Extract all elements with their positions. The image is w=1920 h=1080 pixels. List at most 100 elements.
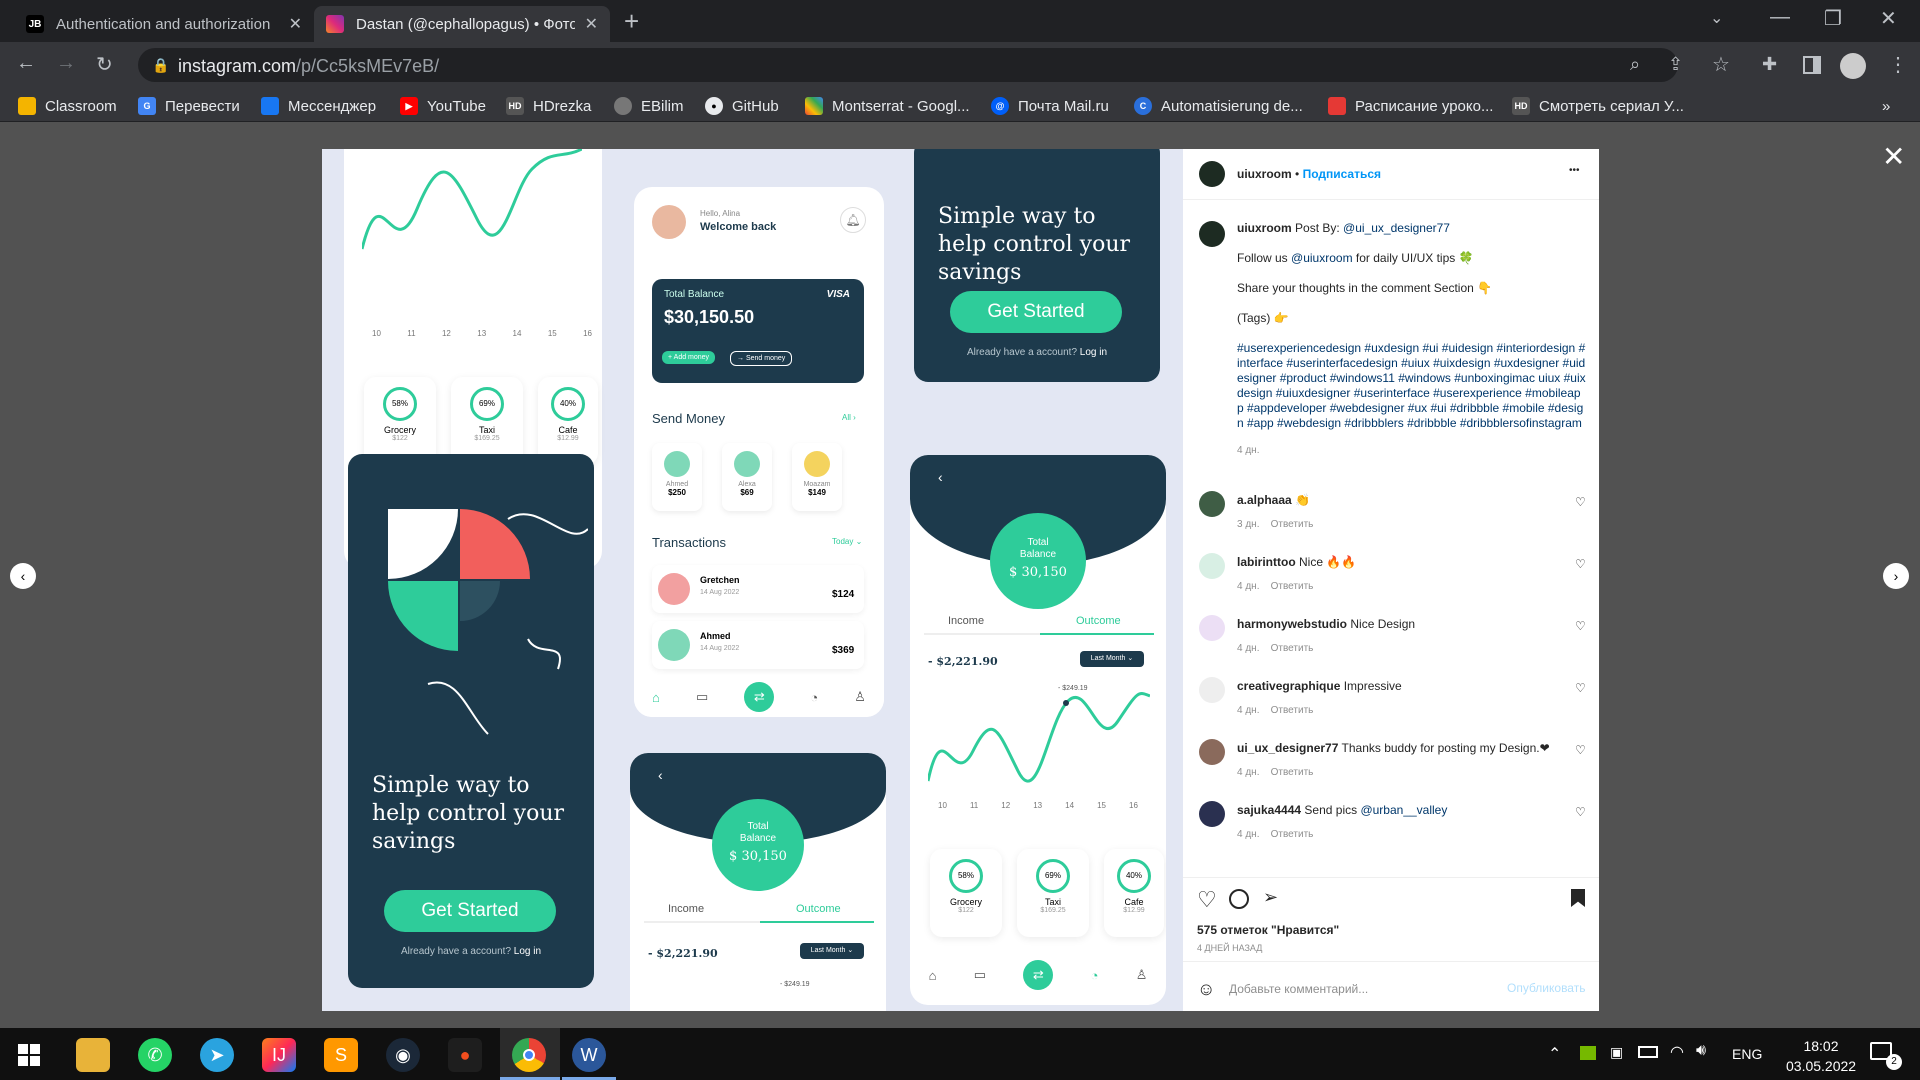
emoji-icon[interactable]: ☺	[1197, 979, 1215, 1000]
profile-avatar[interactable]	[1840, 53, 1866, 79]
publish-button[interactable]: Опубликовать	[1507, 981, 1585, 995]
category-grocery: 58% Grocery $122	[364, 377, 436, 465]
chart-ticks: 10 11 12 13 14 15 16	[372, 329, 592, 338]
mention-link[interactable]: @ui_ux_designer77	[1343, 221, 1450, 235]
heart-icon[interactable]: ♡	[1575, 619, 1586, 633]
tab-auth[interactable]: JB Authentication and authorization ✕	[14, 6, 314, 42]
reply-button[interactable]: Ответить	[1271, 767, 1314, 778]
share-icon[interactable]: ⇪	[1668, 54, 1683, 75]
heart-icon[interactable]: ♡	[1575, 495, 1586, 509]
mention-link[interactable]: @urban__valley	[1360, 803, 1447, 817]
back-icon[interactable]: ←	[16, 52, 36, 75]
messenger-icon	[261, 97, 279, 115]
bookmark-mail[interactable]: @ Почта Mail.ru	[991, 95, 1109, 117]
likes-count[interactable]: 575 отметок "Нравится"	[1197, 923, 1339, 937]
intellij-icon[interactable]: IJ	[262, 1038, 296, 1072]
side-panel-icon[interactable]	[1803, 56, 1821, 74]
heart-icon[interactable]: ♡	[1575, 743, 1586, 757]
clock[interactable]: 18:02 03.05.2022	[1786, 1036, 1856, 1076]
camera-icon[interactable]: ▣	[1610, 1044, 1623, 1061]
new-tab-button[interactable]: +	[624, 6, 639, 37]
file-explorer-icon[interactable]	[76, 1038, 110, 1072]
forward-icon[interactable]: →	[56, 52, 76, 75]
translate-icon: G	[138, 97, 156, 115]
avatar[interactable]	[1199, 801, 1225, 827]
bookmarks-more[interactable]: »	[1882, 95, 1890, 117]
menu-icon[interactable]: ⋮	[1888, 52, 1908, 77]
zoom-icon[interactable]: ⌕	[1630, 54, 1640, 75]
bookmark-icon[interactable]	[1571, 889, 1585, 907]
sublime-text-icon[interactable]: S	[324, 1038, 358, 1072]
balance-card: Total Balance $30,150.50 VISA + Add mone…	[652, 279, 864, 383]
chrome-icon[interactable]	[512, 1038, 546, 1072]
youtube-icon: ▶	[400, 97, 418, 115]
close-tab-icon[interactable]: ✕	[289, 14, 302, 34]
post-image[interactable]: 10 11 12 13 14 15 16 58% Grocery $122 69% Taxi $…	[322, 149, 1183, 1011]
bookmark-schedule[interactable]: Расписание уроко...	[1328, 95, 1493, 117]
bookmark-github[interactable]: ● GitHub	[705, 95, 779, 117]
battery-icon[interactable]	[1638, 1046, 1658, 1058]
bookmark-ebilim[interactable]: EBilim	[614, 95, 684, 117]
avatar[interactable]	[1199, 677, 1225, 703]
more-options-icon[interactable]: •••	[1569, 165, 1580, 176]
reply-button[interactable]: Ответить	[1271, 705, 1314, 716]
lock-icon[interactable]: 🔒	[152, 57, 169, 74]
tab-search-icon[interactable]: ⌄	[1710, 8, 1723, 28]
figma-icon[interactable]: ●	[448, 1038, 482, 1072]
like-icon[interactable]: ♡	[1197, 887, 1217, 913]
chart-icon: ◔	[1090, 967, 1099, 983]
reply-button[interactable]: Ответить	[1271, 581, 1314, 592]
minimize-button[interactable]: —	[1770, 6, 1790, 29]
language-indicator[interactable]: ENG	[1732, 1046, 1762, 1062]
next-post-icon[interactable]: ›	[1883, 563, 1909, 589]
author-link[interactable]: uiuxroom	[1237, 167, 1292, 181]
telegram-icon[interactable]: ➤	[200, 1038, 234, 1072]
share-icon[interactable]: ➢	[1263, 887, 1278, 908]
close-modal-icon[interactable]: ✕	[1882, 140, 1905, 173]
onboarding-card-small: Simple way to help control your savings …	[914, 149, 1160, 382]
bookmark-automatisierung[interactable]: C Automatisierung de...	[1134, 95, 1303, 117]
heart-icon[interactable]: ♡	[1575, 805, 1586, 819]
bookmark-translate[interactable]: G Перевести	[138, 95, 240, 117]
avatar[interactable]	[1199, 739, 1225, 765]
bookmark-youtube[interactable]: ▶ YouTube	[400, 95, 486, 117]
nvidia-icon[interactable]	[1580, 1046, 1596, 1060]
hashtags[interactable]: #userexperiencedesign #uxdesign #ui #uid…	[1237, 341, 1587, 431]
star-icon[interactable]: ☆	[1712, 52, 1730, 77]
heart-icon[interactable]: ♡	[1575, 681, 1586, 695]
chevron-up-icon[interactable]: ⌃	[1548, 1044, 1561, 1064]
close-window-button[interactable]: ✕	[1880, 6, 1897, 31]
bookmark-montserrat[interactable]: Montserrat - Googl...	[805, 95, 970, 117]
avatar[interactable]	[1199, 161, 1225, 187]
extensions-icon[interactable]: ✚	[1762, 54, 1777, 75]
avatar[interactable]	[1199, 615, 1225, 641]
follow-button[interactable]: Подписаться	[1303, 167, 1381, 181]
volume-icon[interactable]: 🔊︎	[1696, 1042, 1706, 1060]
whatsapp-icon[interactable]: ✆	[138, 1038, 172, 1072]
reply-button[interactable]: Ответить	[1271, 829, 1314, 840]
close-tab-icon[interactable]: ✕	[585, 14, 598, 34]
reply-button[interactable]: Ответить	[1271, 643, 1314, 654]
windows-start-icon[interactable]	[18, 1044, 40, 1066]
avatar[interactable]	[1199, 553, 1225, 579]
comment-input[interactable]: Добавьте комментарий...	[1229, 979, 1489, 999]
app-icon[interactable]: W	[572, 1038, 606, 1072]
tab-instagram[interactable]: Dastan (@cephallopagus) • Фото ✕	[314, 6, 610, 42]
bookmark-classroom[interactable]: Classroom	[18, 95, 117, 117]
reload-icon[interactable]: ↻	[96, 52, 113, 77]
bookmark-messenger[interactable]: Мессенджер	[261, 95, 376, 117]
heart-icon[interactable]: ♡	[1575, 557, 1586, 571]
back-arrow-icon: ‹	[938, 469, 943, 485]
mention-link[interactable]: @uiuxroom	[1291, 251, 1353, 265]
comment-icon[interactable]	[1229, 889, 1249, 909]
avatar[interactable]	[1199, 491, 1225, 517]
prev-post-icon[interactable]: ‹	[10, 563, 36, 589]
bookmark-serial[interactable]: HD Смотреть сериал У...	[1512, 95, 1684, 117]
steam-icon[interactable]: ◉	[386, 1038, 420, 1072]
bookmark-hdrezka[interactable]: HD HDrezka	[506, 95, 591, 117]
transaction-row: Gretchen 14 Aug 2022 $124	[652, 565, 864, 613]
reply-button[interactable]: Ответить	[1271, 519, 1314, 530]
url-text[interactable]: instagram.com/p/Cc5ksMEv7eB/	[178, 56, 439, 77]
restore-button[interactable]: ❐	[1824, 6, 1842, 31]
wifi-icon[interactable]: ◠	[1670, 1042, 1684, 1062]
